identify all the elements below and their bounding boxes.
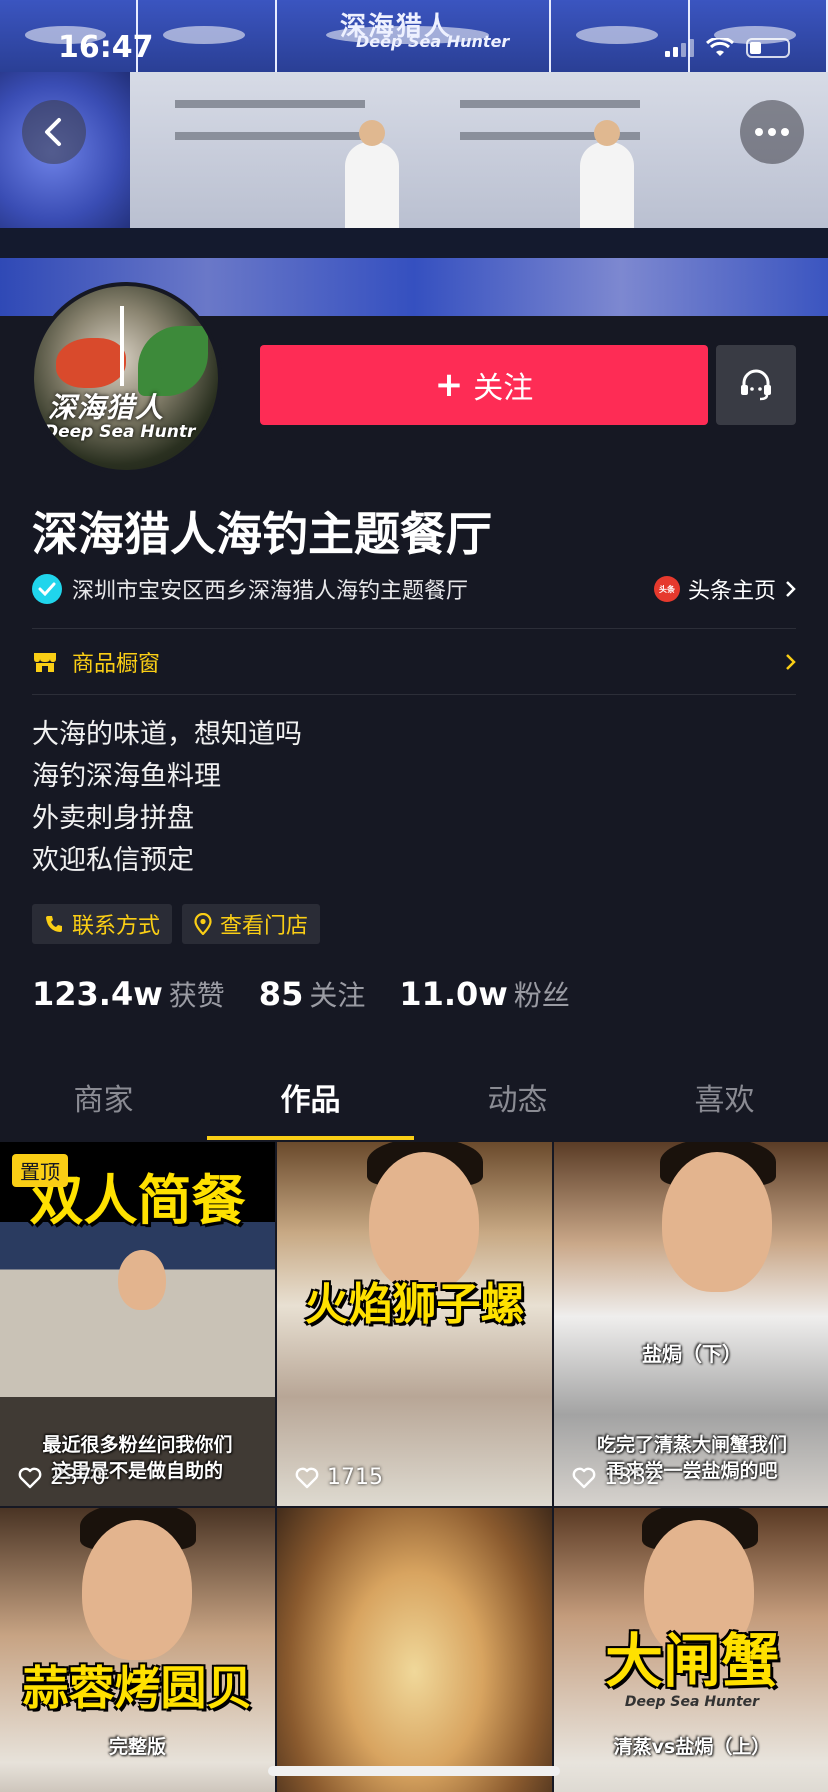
- video-caption: 完整版: [108, 1736, 166, 1758]
- video-thumbnail[interactable]: 蒜蓉烤圆贝 完整版: [0, 1508, 275, 1792]
- more-button[interactable]: [740, 100, 804, 164]
- banner-logo-subtext: Deep Sea Hunter: [356, 32, 510, 51]
- video-thumbnail[interactable]: 大闸蟹 Deep Sea Hunter 清蒸vs盐焗（上）: [554, 1508, 828, 1792]
- heart-icon: [295, 1467, 319, 1488]
- avatar-logo-text: 深海猎人: [48, 391, 165, 424]
- video-likes: 2370: [18, 1465, 106, 1490]
- more-dots-icon: [755, 128, 789, 136]
- phone-icon: [46, 916, 62, 932]
- divider: [32, 694, 796, 695]
- location-pin-icon: [194, 913, 212, 935]
- video-caption: 吃完了清蒸大闸蟹我们: [596, 1434, 787, 1456]
- shop-icon: [34, 653, 56, 672]
- status-time: 16:47: [58, 30, 154, 65]
- chevron-right-icon: [786, 581, 796, 597]
- likes-label: 获赞: [168, 979, 225, 1012]
- video-likes-count: 1332: [604, 1465, 660, 1490]
- chevron-right-icon: [786, 654, 796, 670]
- follow-label: 关注: [473, 371, 534, 406]
- chevron-left-icon: [45, 118, 61, 146]
- video-title: 大闸蟹: [604, 1627, 779, 1695]
- toutiao-label: 头条主页: [687, 579, 776, 604]
- video-grid: 双人简餐 最近很多粉丝问我你们 这里是不是做自助的 置顶 2370 火焰狮子螺 …: [0, 1142, 828, 1792]
- view-store-tag[interactable]: 查看门店: [182, 904, 321, 944]
- avatar[interactable]: 深海猎人 Deep Sea Huntr: [30, 282, 222, 474]
- follow-button[interactable]: + 关注: [260, 345, 708, 425]
- video-caption: 最近很多粉丝问我你们: [42, 1434, 233, 1456]
- bio-line: 外卖刺身拼盘: [32, 803, 194, 834]
- divider: [32, 628, 796, 629]
- contact-info-label: 联系方式: [72, 914, 161, 939]
- video-overlay-text: 盐焗（下）: [642, 1342, 742, 1366]
- tab-merchant[interactable]: 商家: [0, 1066, 207, 1140]
- plus-icon: +: [434, 365, 464, 405]
- likes-stat[interactable]: 123.4w 获赞: [32, 974, 225, 1014]
- contact-info-tag[interactable]: 联系方式: [32, 904, 173, 944]
- bio: 大海的味道，想知道吗 海钓深海鱼料理 外卖刺身拼盘 欢迎私信预定: [32, 714, 302, 882]
- tab-activity[interactable]: 动态: [414, 1066, 621, 1140]
- customer-service-button[interactable]: [716, 345, 796, 425]
- shop-window-label: 商品橱窗: [72, 652, 161, 677]
- video-caption: 清蒸vs盐焗（上）: [613, 1736, 771, 1758]
- headset-icon: [741, 369, 771, 401]
- bio-line: 欢迎私信预定: [32, 845, 194, 876]
- toutiao-icon: 头条: [653, 576, 680, 602]
- video-thumbnail[interactable]: 盐焗（下） 吃完了清蒸大闸蟹我们 再来尝一尝盐焗的吧 1332: [554, 1142, 828, 1506]
- battery-icon: [746, 38, 790, 58]
- profile-tabs: 商家 作品 动态 喜欢: [0, 1066, 828, 1140]
- verification-row: 深圳市宝安区西乡深海猎人海钓主题餐厅 头条 头条主页: [32, 572, 796, 606]
- status-icons: [665, 38, 790, 58]
- following-label: 关注: [309, 979, 366, 1012]
- video-thumbnail[interactable]: [277, 1508, 552, 1792]
- wifi-icon: [706, 38, 734, 56]
- followers-label: 粉丝: [513, 979, 570, 1012]
- heart-icon: [18, 1467, 42, 1488]
- video-likes: 1715: [295, 1465, 383, 1490]
- likes-count: 123.4w: [32, 975, 163, 1013]
- bio-line: 大海的味道，想知道吗: [32, 719, 302, 750]
- pinned-badge: 置顶: [12, 1154, 68, 1187]
- following-stat[interactable]: 85 关注: [259, 974, 366, 1014]
- signal-icon: [665, 39, 694, 57]
- profile-stats: 123.4w 获赞 85 关注 11.0w 粉丝: [32, 974, 570, 1014]
- followers-stat[interactable]: 11.0w 粉丝: [399, 974, 570, 1014]
- verified-check-icon: [32, 574, 62, 604]
- video-thumbnail[interactable]: 火焰狮子螺 1715: [277, 1142, 552, 1506]
- video-title: 火焰狮子螺: [304, 1279, 525, 1330]
- contact-tags: 联系方式 查看门店: [32, 904, 321, 944]
- video-title: 蒜蓉烤圆贝: [22, 1661, 253, 1715]
- toutiao-homepage-link[interactable]: 头条 头条主页: [653, 573, 796, 605]
- bio-line: 海钓深海鱼料理: [32, 761, 221, 792]
- home-indicator: [268, 1766, 560, 1776]
- view-store-label: 查看门店: [220, 914, 309, 939]
- followers-count: 11.0w: [399, 975, 508, 1013]
- verification-text: 深圳市宝安区西乡深海猎人海钓主题餐厅: [72, 579, 469, 604]
- video-likes: 1332: [572, 1465, 660, 1490]
- tab-liked[interactable]: 喜欢: [621, 1066, 828, 1140]
- profile-name: 深海猎人海钓主题餐厅: [32, 507, 492, 561]
- avatar-logo-subtext: Deep Sea Huntr: [44, 422, 196, 442]
- shirt-print: Deep Sea Hunter: [624, 1694, 760, 1710]
- video-likes-count: 1715: [327, 1465, 383, 1490]
- video-likes-count: 2370: [50, 1465, 106, 1490]
- back-button[interactable]: [22, 100, 86, 164]
- following-count: 85: [258, 975, 304, 1013]
- video-thumbnail[interactable]: 双人简餐 最近很多粉丝问我你们 这里是不是做自助的 置顶 2370: [0, 1142, 275, 1506]
- tab-works[interactable]: 作品: [207, 1066, 414, 1140]
- shop-window-row[interactable]: 商品橱窗: [32, 634, 796, 690]
- heart-icon: [572, 1467, 596, 1488]
